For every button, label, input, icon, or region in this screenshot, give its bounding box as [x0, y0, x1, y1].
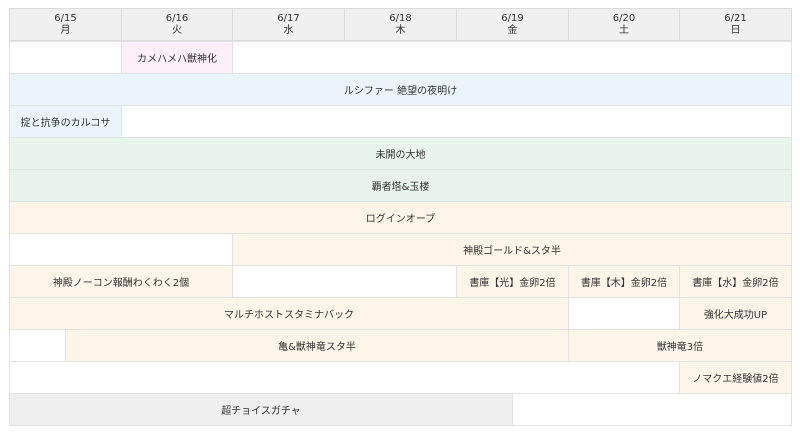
event-label: 掟と抗争のカルコサ — [20, 118, 111, 129]
empty-cell — [568, 297, 680, 330]
empty-cell — [121, 105, 792, 138]
day-header: 6/20 土 — [568, 8, 680, 41]
day-header: 6/21 日 — [679, 8, 792, 41]
event-label: 書庫【水】金卵2倍 — [692, 278, 779, 289]
event-bar[interactable]: 書庫【水】金卵2倍 — [679, 265, 792, 298]
day-weekday: 日 — [730, 24, 741, 36]
event-label: 覇者塔&玉楼 — [371, 182, 430, 193]
event-label: 獣神竜3倍 — [656, 342, 704, 353]
empty-cell — [232, 41, 792, 74]
day-weekday: 水 — [283, 24, 294, 36]
event-bar[interactable]: カメハメハ獣神化 — [121, 41, 233, 74]
day-header: 6/17 水 — [232, 8, 345, 41]
event-label: 神殿ノーコン報酬わくわく2個 — [52, 278, 190, 289]
event-bar[interactable]: 書庫【木】金卵2倍 — [568, 265, 680, 298]
empty-cell — [232, 265, 457, 298]
event-bar[interactable]: 獣神竜3倍 — [568, 329, 792, 362]
event-label: 神殿ゴールド&スタ半 — [463, 246, 561, 257]
day-date: 6/18 — [389, 12, 412, 24]
event-label: 未開の大地 — [375, 150, 426, 161]
event-bar[interactable]: 亀&獣神竜スタ半 — [65, 329, 569, 362]
event-bar[interactable]: 覇者塔&玉楼 — [9, 169, 792, 202]
day-weekday: 金 — [507, 24, 518, 36]
empty-cell — [9, 329, 66, 362]
event-bar[interactable]: ルシファー 絶望の夜明け — [9, 73, 792, 106]
day-date: 6/17 — [277, 12, 300, 24]
day-date: 6/21 — [724, 12, 747, 24]
day-date: 6/19 — [501, 12, 524, 24]
event-bar[interactable]: ログインオーブ — [9, 201, 792, 234]
event-label: ノマクエ経験値2倍 — [692, 374, 779, 385]
day-date: 6/15 — [54, 12, 77, 24]
event-bar[interactable]: 書庫【光】金卵2倍 — [456, 265, 569, 298]
day-weekday: 火 — [172, 24, 182, 36]
event-label: 亀&獣神竜スタ半 — [278, 342, 356, 353]
event-bar[interactable]: 強化大成功UP — [679, 297, 792, 330]
empty-cell — [9, 41, 122, 74]
day-header: 6/19 金 — [456, 8, 569, 41]
day-weekday: 土 — [619, 24, 629, 36]
event-bar[interactable]: 神殿ノーコン報酬わくわく2個 — [9, 265, 233, 298]
day-date: 6/20 — [612, 12, 636, 24]
day-header: 6/18 木 — [344, 8, 457, 41]
empty-cell — [9, 361, 680, 394]
event-bar[interactable]: ノマクエ経験値2倍 — [679, 361, 792, 394]
day-header: 6/15 月 — [9, 8, 122, 41]
event-label: マルチホストスタミナバック — [224, 310, 354, 321]
event-label: 書庫【光】金卵2倍 — [469, 278, 556, 289]
day-date: 6/16 — [165, 12, 189, 24]
day-header: 6/16 火 — [121, 8, 233, 41]
day-weekday: 月 — [60, 24, 71, 36]
event-bar[interactable]: 掟と抗争のカルコサ — [9, 105, 122, 138]
event-label: カメハメハ獣神化 — [137, 54, 217, 65]
event-label: ログインオーブ — [365, 214, 436, 225]
event-label: 書庫【木】金卵2倍 — [580, 278, 668, 289]
empty-cell — [9, 233, 233, 266]
event-label: 超チョイスガチャ — [221, 406, 301, 417]
event-label: ルシファー 絶望の夜明け — [343, 86, 458, 97]
event-bar[interactable]: 未開の大地 — [9, 137, 792, 170]
event-calendar-grid: 6/15 月 6/16 火 6/17 水 6/18 木 6/19 金 6/20 土 6/21 日カメハメハ… — [9, 8, 792, 426]
event-bar[interactable]: マルチホストスタミナバック — [9, 297, 569, 330]
event-bar[interactable]: 神殿ゴールド&スタ半 — [232, 233, 792, 266]
day-weekday: 木 — [395, 24, 406, 36]
empty-cell — [512, 393, 792, 426]
event-label: 強化大成功UP — [703, 310, 768, 321]
event-bar[interactable]: 超チョイスガチャ — [9, 393, 513, 426]
